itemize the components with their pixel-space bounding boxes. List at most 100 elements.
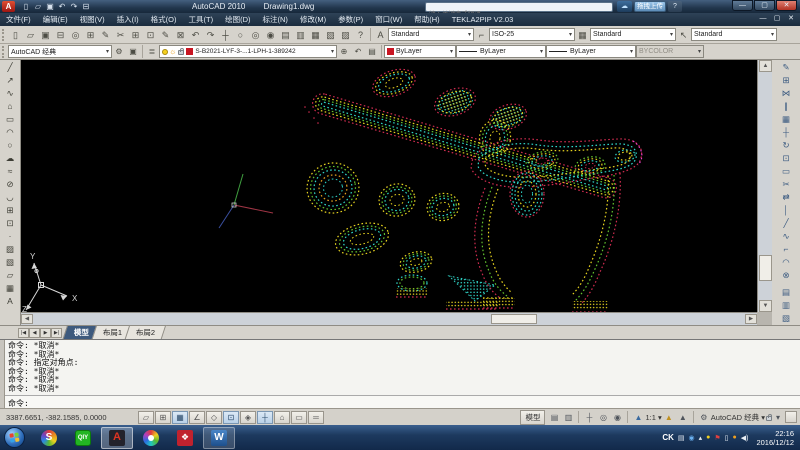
steering-wheel-icon[interactable]: ◉: [610, 411, 624, 424]
layer-on-icon[interactable]: [162, 49, 168, 55]
dyn-icon[interactable]: ▭: [291, 411, 307, 424]
text-style-icon[interactable]: A: [373, 28, 388, 42]
pan-icon[interactable]: ┼: [582, 411, 596, 424]
tool-palettes-icon[interactable]: ▦: [308, 28, 323, 42]
erase-icon[interactable]: ✎: [778, 61, 794, 74]
menu-item-3[interactable]: 插入(I): [111, 13, 145, 26]
line-icon[interactable]: ╱: [2, 61, 18, 74]
lineweight-combo[interactable]: ByLayer ▾: [546, 45, 636, 58]
plot-preview-icon[interactable]: ◎: [68, 28, 83, 42]
taskbar-red-app-button[interactable]: ❖: [169, 427, 201, 449]
send-to-back-icon[interactable]: ▥: [778, 299, 794, 312]
mleader-style-icon[interactable]: ↖: [676, 28, 691, 42]
scale-icon[interactable]: ⊡: [778, 152, 794, 165]
paste-icon[interactable]: ⊡: [143, 28, 158, 42]
scroll-right-icon[interactable]: ▶: [745, 314, 757, 324]
join-icon[interactable]: ∿: [778, 230, 794, 243]
layer-properties-icon[interactable]: ≣: [145, 46, 159, 58]
menu-item-1[interactable]: 编辑(E): [37, 13, 74, 26]
minimize-button[interactable]: —: [732, 0, 753, 11]
hatch-icon[interactable]: ▨: [2, 243, 18, 256]
taskbar-green-app-button[interactable]: QIY: [67, 427, 99, 449]
volume-icon[interactable]: ◀): [741, 434, 749, 442]
ducs-icon[interactable]: ⌂: [274, 411, 290, 424]
copy-clip-icon[interactable]: ⊞: [128, 28, 143, 42]
help-icon[interactable]: ?: [668, 1, 682, 12]
polar-icon[interactable]: ◇: [206, 411, 222, 424]
action-center-flag-icon[interactable]: ⚑: [714, 434, 720, 442]
toolbar-lock-icon[interactable]: [766, 416, 772, 421]
taskbar-word-button[interactable]: W: [203, 427, 235, 449]
dim-style-combo[interactable]: ISO-25 ▾: [489, 28, 575, 41]
zoom-window-icon[interactable]: ◎: [248, 28, 263, 42]
tray-app-icon[interactable]: ◉: [689, 434, 695, 442]
offset-icon[interactable]: ∥: [778, 100, 794, 113]
rectangle-icon[interactable]: ▭: [2, 113, 18, 126]
osnap-icon[interactable]: ⊡: [223, 411, 239, 424]
input-method-indicator[interactable]: CK: [662, 433, 674, 442]
doc-close-button[interactable]: ✕: [784, 13, 798, 24]
workspace-switch[interactable]: AutoCAD 经典 ▾: [711, 412, 765, 423]
layer-states-icon[interactable]: ▤: [365, 46, 379, 58]
save-icon[interactable]: ▣: [38, 28, 53, 42]
array-icon[interactable]: ▦: [778, 113, 794, 126]
gradient-icon[interactable]: ▧: [2, 256, 18, 269]
next-tab-icon[interactable]: ▶: [40, 328, 51, 338]
bring-to-front-icon[interactable]: ▤: [778, 286, 794, 299]
quick-view-drawings-icon[interactable]: ▥: [561, 411, 575, 424]
3d-osnap-icon[interactable]: ◈: [240, 411, 256, 424]
mleader-style-combo[interactable]: Standard ▾: [691, 28, 777, 41]
polygon-icon[interactable]: ⌂: [2, 100, 18, 113]
workspace-save-icon[interactable]: ▣: [126, 46, 140, 58]
undo-icon[interactable]: ↶: [188, 28, 203, 42]
workspace-gear-icon[interactable]: ⚙: [697, 411, 711, 424]
new-icon[interactable]: ▯: [8, 28, 23, 42]
menu-item-0[interactable]: 文件(F): [0, 13, 37, 26]
menu-item-2[interactable]: 视图(V): [74, 13, 111, 26]
scroll-down-icon[interactable]: ▼: [759, 300, 772, 312]
color-combo[interactable]: ByLayer ▾: [384, 45, 456, 58]
block-editor-icon[interactable]: ⊠: [173, 28, 188, 42]
vertical-scrollbar[interactable]: ▲ ▼: [757, 60, 772, 312]
tray-orange-icon[interactable]: ●: [733, 434, 737, 441]
extend-icon[interactable]: ⇄: [778, 191, 794, 204]
multiline-text-icon[interactable]: A: [2, 295, 18, 308]
tray-status-icon[interactable]: ●: [706, 434, 710, 441]
horizontal-scroll-thumb[interactable]: [491, 314, 537, 324]
workspace-settings-icon[interactable]: ⚙: [112, 46, 126, 58]
construction-line-icon[interactable]: ↗: [2, 74, 18, 87]
last-tab-icon[interactable]: ▶|: [51, 328, 62, 338]
keyboard-icon[interactable]: ▤: [678, 434, 685, 442]
auto-annotate-icon[interactable]: ▲: [676, 411, 690, 424]
publish-icon[interactable]: ⊞: [83, 28, 98, 42]
circle-icon[interactable]: ○: [2, 139, 18, 152]
dim-style-icon[interactable]: ⌐: [474, 28, 489, 42]
taskbar-sogou-button[interactable]: S: [33, 427, 65, 449]
layer-freeze-icon[interactable]: ☼: [169, 48, 176, 56]
close-button[interactable]: ✕: [776, 0, 797, 11]
arc-icon[interactable]: ◠: [2, 126, 18, 139]
ellipse-icon[interactable]: ⊘: [2, 178, 18, 191]
annotation-visibility-icon[interactable]: ▲: [662, 411, 676, 424]
rotate-icon[interactable]: ↻: [778, 139, 794, 152]
zoom-icon[interactable]: ◎: [596, 411, 610, 424]
menu-item-6[interactable]: 绘图(D): [219, 13, 256, 26]
menu-item-9[interactable]: 参数(P): [332, 13, 369, 26]
pan-icon[interactable]: ┼: [218, 28, 233, 42]
annotation-scale-value[interactable]: 1:1 ▾: [645, 413, 661, 422]
zoom-previous-icon[interactable]: ◉: [263, 28, 278, 42]
table-style-icon[interactable]: ▦: [575, 28, 590, 42]
drawing-canvas[interactable]: Y X Z: [21, 60, 757, 312]
chamfer-icon[interactable]: ⌐: [778, 243, 794, 256]
redo-icon[interactable]: ↷: [68, 1, 80, 12]
menu-item-7[interactable]: 标注(N): [257, 13, 294, 26]
network-icon[interactable]: ▯: [725, 434, 729, 442]
menu-item-12[interactable]: TEKLA2PIP V2.03: [446, 13, 520, 26]
menu-item-5[interactable]: 工具(T): [183, 13, 220, 26]
grid-icon[interactable]: ▦: [172, 411, 188, 424]
tab-layout2[interactable]: 布局2: [125, 325, 167, 339]
taskbar-clock[interactable]: 22:16 2016/12/12: [756, 429, 794, 447]
move-icon[interactable]: ┼: [778, 126, 794, 139]
plot-icon[interactable]: ⊟: [80, 1, 92, 12]
save-icon[interactable]: ▣: [44, 1, 56, 12]
